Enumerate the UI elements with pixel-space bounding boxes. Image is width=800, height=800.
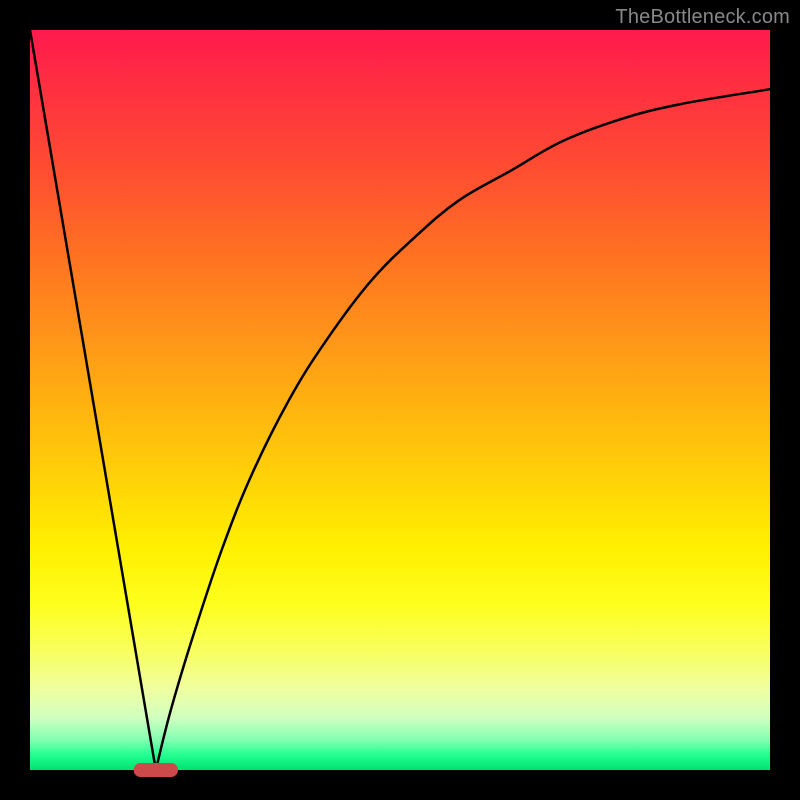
minimum-marker <box>134 763 178 777</box>
chart-frame: TheBottleneck.com <box>0 0 800 800</box>
watermark-text: TheBottleneck.com <box>615 6 790 29</box>
plot-area <box>30 30 770 770</box>
curve-left-branch <box>30 30 156 770</box>
curve-right-branch <box>156 89 770 770</box>
curve-layer <box>30 30 770 770</box>
